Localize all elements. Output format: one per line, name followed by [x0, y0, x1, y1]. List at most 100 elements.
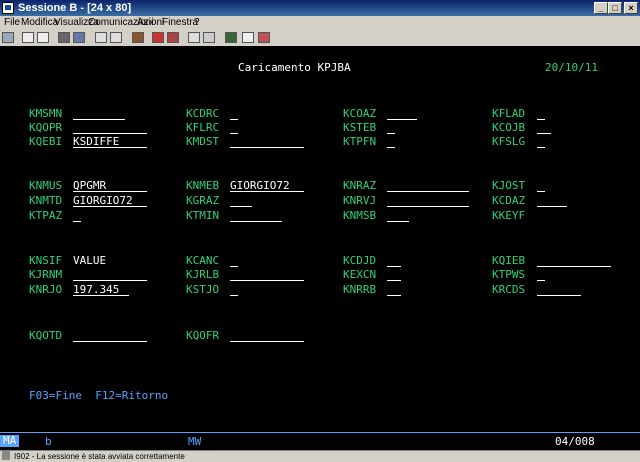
label-kflad: KFLAD — [492, 107, 526, 120]
input-kqebi[interactable]: KSDIFFE — [73, 136, 147, 148]
label-knmtd: KNMTD — [29, 194, 63, 207]
label-kflrc: KFLRC — [186, 121, 220, 134]
label-kkeyf: KKEYF — [492, 209, 526, 222]
keyboard-icon[interactable] — [110, 32, 122, 43]
help-icon[interactable] — [242, 32, 254, 43]
input-knmtd[interactable]: GIORGIO72 — [73, 195, 147, 207]
input-knrjo[interactable]: 197.345 — [73, 284, 129, 296]
status-bar: I902 - La sessione è stata avviata corre… — [0, 450, 640, 462]
toolbar — [0, 30, 640, 47]
menu-help[interactable]: ? — [194, 16, 200, 30]
label-kqopr: KQOPR — [29, 121, 63, 134]
input-kcoaz[interactable] — [387, 108, 417, 120]
screen-title: Caricamento KPJBA — [238, 61, 351, 74]
input-kqopr[interactable] — [73, 122, 147, 134]
maximize-button[interactable]: □ — [608, 2, 622, 14]
menu-azioni[interactable]: Azioni — [137, 16, 164, 30]
input-kcdaz[interactable] — [537, 195, 567, 207]
label-kqebi: KQEBI — [29, 135, 63, 148]
app-icon — [2, 2, 14, 14]
label-ksteb: KSTEB — [343, 121, 377, 134]
input-knrrb[interactable] — [387, 284, 401, 296]
label-kqieb: KQIEB — [492, 254, 526, 267]
macro-stop-icon[interactable] — [152, 32, 164, 43]
label-knrjo: KNRJO — [29, 283, 63, 296]
input-knmeb[interactable]: GIORGIO72 — [230, 180, 304, 192]
input-kqotd[interactable] — [73, 330, 147, 342]
input-kexcn[interactable] — [387, 269, 401, 281]
input-kcdjd[interactable] — [387, 255, 401, 267]
input-kjrlb[interactable] — [230, 269, 304, 281]
label-kfslg: KFSLG — [492, 135, 526, 148]
label-knmus: KNMUS — [29, 179, 63, 192]
receive-icon[interactable] — [73, 32, 85, 43]
menu-file[interactable]: File — [4, 16, 20, 30]
cursor-position: 04/008 — [555, 435, 595, 448]
label-kjrnm: KJRNM — [29, 268, 63, 281]
input-kmsmn[interactable] — [73, 108, 125, 120]
paste-icon[interactable] — [37, 32, 49, 43]
label-kqofr: KQOFR — [186, 329, 220, 342]
label-kgraz: KGRAZ — [186, 194, 220, 207]
input-kstjo[interactable] — [230, 284, 238, 296]
input-ksteb[interactable] — [387, 122, 395, 134]
label-ktpws: KTPWS — [492, 268, 526, 281]
settings-icon[interactable] — [225, 32, 237, 43]
oia-mw: MW — [188, 435, 202, 448]
label-knraz: KNRAZ — [343, 179, 377, 192]
input-krcds[interactable] — [537, 284, 581, 296]
label-knmeb: KNMEB — [186, 179, 220, 192]
copy-icon[interactable] — [22, 32, 34, 43]
input-ktpaz[interactable] — [73, 210, 81, 222]
label-kqotd: KQOTD — [29, 329, 63, 342]
input-kflad[interactable] — [537, 108, 545, 120]
input-kqieb[interactable] — [537, 255, 611, 267]
label-kjrlb: KJRLB — [186, 268, 220, 281]
minimize-button[interactable]: _ — [594, 2, 608, 14]
input-knmus[interactable]: QPGMR — [73, 180, 147, 192]
label-ktpaz: KTPAZ — [29, 209, 63, 222]
input-knrvj[interactable] — [387, 195, 469, 207]
input-kfslg[interactable] — [537, 136, 545, 148]
input-kqofr[interactable] — [230, 330, 304, 342]
label-kmdst: KMDST — [186, 135, 220, 148]
macro-record-icon[interactable] — [132, 32, 144, 43]
input-kcdrc[interactable] — [230, 108, 238, 120]
label-kcojb: KCOJB — [492, 121, 526, 134]
file-transfer-icon[interactable] — [188, 32, 200, 43]
input-kjrnm[interactable] — [73, 269, 147, 281]
label-krcds: KRCDS — [492, 283, 526, 296]
macro-play-icon[interactable] — [167, 32, 179, 43]
label-kcoaz: KCOAZ — [343, 107, 377, 120]
close-button[interactable]: × — [624, 2, 638, 14]
input-ktmin[interactable] — [230, 210, 282, 222]
receive-file-icon[interactable] — [203, 32, 215, 43]
menu-bar: File Modifica Visualizza Comunicazioni A… — [0, 16, 640, 30]
print-screen-icon[interactable] — [2, 32, 14, 43]
input-kcanc[interactable] — [230, 255, 238, 267]
label-knsif: KNSIF — [29, 254, 63, 267]
menu-finestra[interactable]: Finestra — [162, 16, 198, 30]
screen-date: 20/10/11 — [545, 61, 598, 74]
oia-mode: MA — [0, 435, 20, 447]
label-knmsb: KNMSB — [343, 209, 377, 222]
disconnect-icon[interactable] — [258, 32, 270, 43]
connection-icon — [2, 451, 10, 460]
input-knsif[interactable]: VALUE — [73, 255, 147, 267]
function-keys-legend: F03=Fine F12=Ritorno — [29, 389, 169, 402]
menu-modifica[interactable]: Modifica — [21, 16, 58, 30]
input-kmdst[interactable] — [230, 136, 304, 148]
label-kcdjd: KCDJD — [343, 254, 377, 267]
input-kflrc[interactable] — [230, 122, 238, 134]
input-kjost[interactable] — [537, 180, 545, 192]
label-knrrb: KNRRB — [343, 283, 377, 296]
input-kgraz[interactable] — [230, 195, 252, 207]
label-kmsmn: KMSMN — [29, 107, 63, 120]
input-ktpfn[interactable] — [387, 136, 395, 148]
send-icon[interactable] — [58, 32, 70, 43]
input-ktpws[interactable] — [537, 269, 545, 281]
input-knmsb[interactable] — [387, 210, 409, 222]
input-kcojb[interactable] — [537, 122, 551, 134]
display-icon[interactable] — [95, 32, 107, 43]
input-knraz[interactable] — [387, 180, 469, 192]
